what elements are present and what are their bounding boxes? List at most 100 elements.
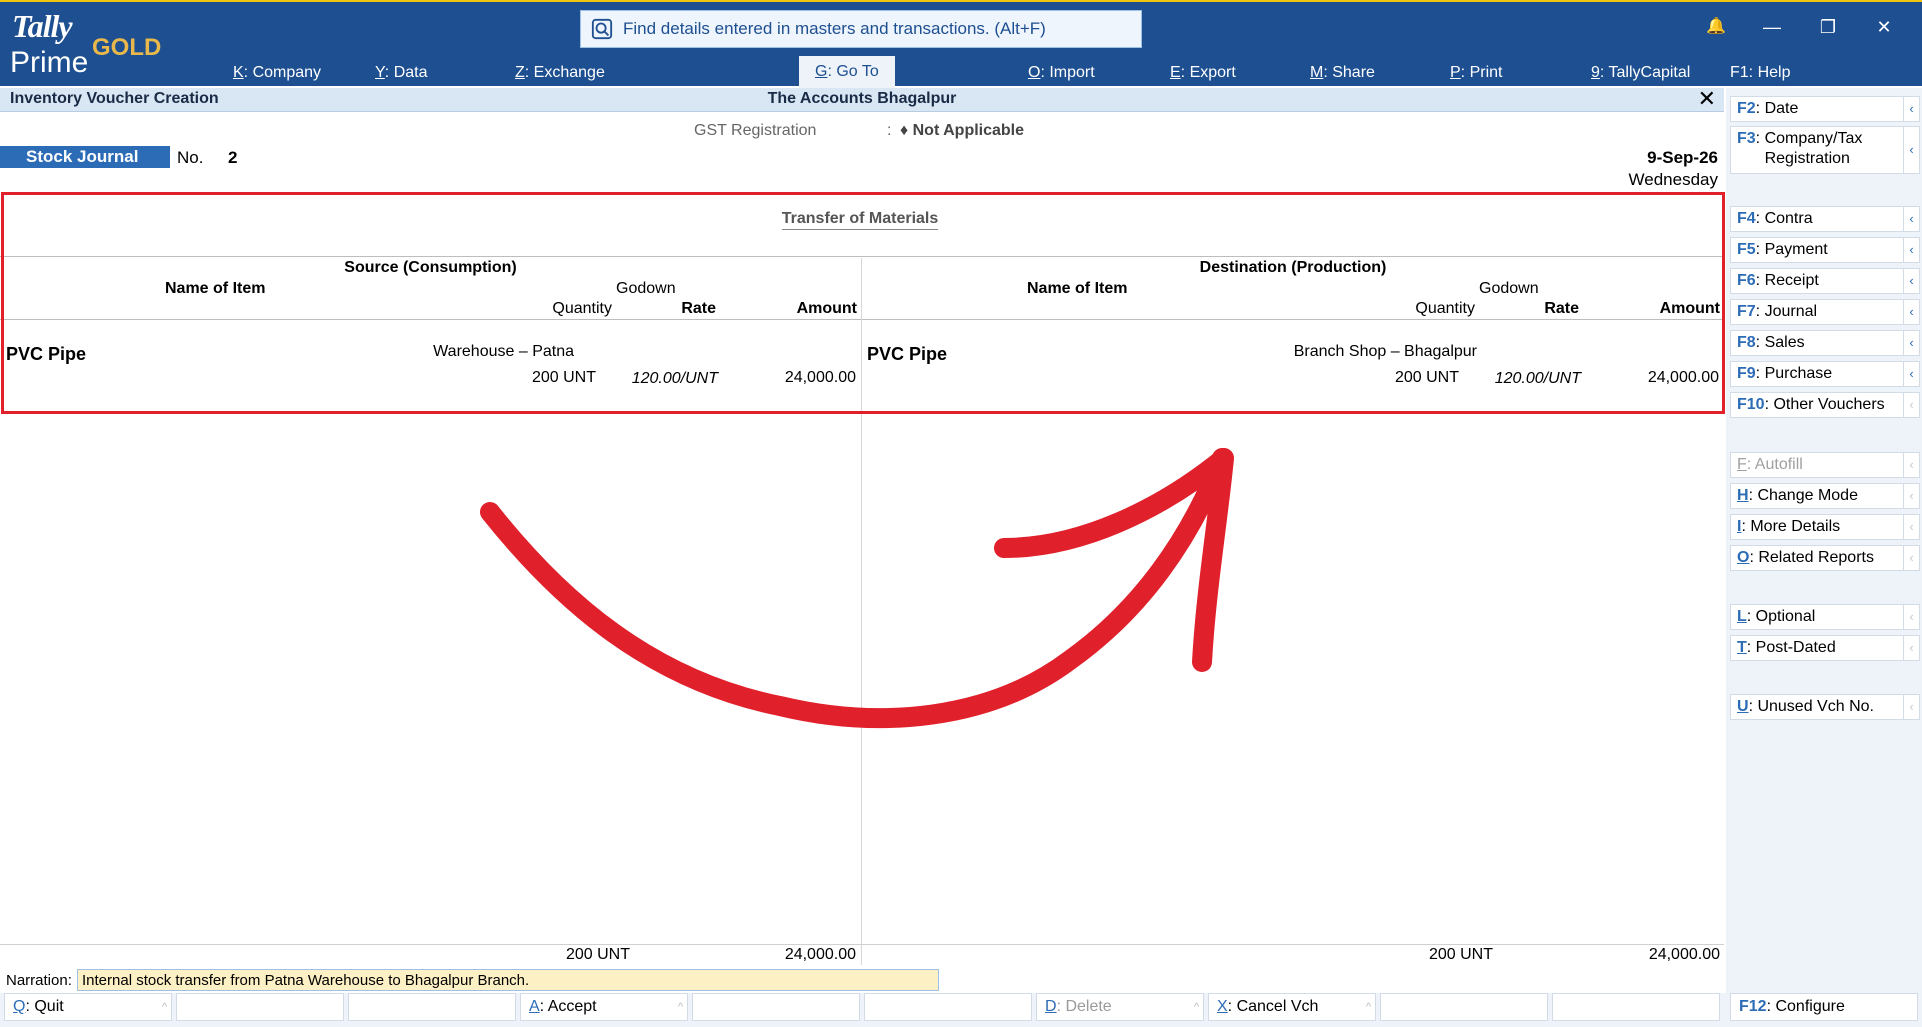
chevron-left-icon: ‹ <box>1903 362 1919 386</box>
related-reports-button[interactable]: O: Related Reports ‹ <box>1730 545 1920 571</box>
voucher-type[interactable]: Stock Journal <box>0 146 170 168</box>
post-dated-key: T <box>1737 639 1747 656</box>
autofill-button[interactable]: F: Autofill ‹ <box>1730 452 1920 478</box>
menu-label: Go To <box>836 63 879 80</box>
chevron-left-icon: ‹ <box>1903 207 1919 231</box>
cancel-label: Cancel Vch <box>1236 998 1319 1015</box>
logo-tally: Tally <box>12 8 73 44</box>
totals-divider <box>0 944 1724 945</box>
quit-button[interactable]: Q: Quit ^ <box>4 993 172 1021</box>
menu-label: Exchange <box>533 64 605 81</box>
caret-icon: ^ <box>1193 1001 1199 1013</box>
voucher-day: Wednesday <box>1628 170 1718 189</box>
menu-share[interactable]: M: Share <box>1310 60 1375 86</box>
menu-data[interactable]: Y: Data <box>375 60 427 86</box>
unused-vch-label: Unused Vch No. <box>1757 698 1874 715</box>
search-bar[interactable]: Find details entered in masters and tran… <box>580 10 1142 48</box>
contra-button[interactable]: F4: Contra ‹ <box>1730 206 1920 232</box>
restore-icon[interactable]: ❐ <box>1800 14 1856 40</box>
purchase-key: F9 <box>1737 365 1756 382</box>
chevron-left-icon: ‹ <box>1903 515 1919 539</box>
voucher-number[interactable]: 2 <box>228 148 237 168</box>
payment-button[interactable]: F5: Payment ‹ <box>1730 237 1920 263</box>
accept-button[interactable]: A: Accept ^ <box>520 993 688 1021</box>
sales-button[interactable]: F8: Sales ‹ <box>1730 330 1920 356</box>
other-vouchers-key: F10 <box>1737 396 1765 413</box>
more-details-key: I <box>1737 518 1742 535</box>
sales-label: Sales <box>1764 334 1805 351</box>
tally-prime-window: Tally Prime GOLD Find details entered in… <box>0 0 1922 1027</box>
cancel-vch-button[interactable]: X: Cancel Vch ^ <box>1208 993 1376 1021</box>
caret-icon: ^ <box>161 1001 167 1013</box>
more-details-button[interactable]: I: More Details ‹ <box>1730 514 1920 540</box>
optional-button[interactable]: L: Optional ‹ <box>1730 604 1920 630</box>
voucher-date[interactable]: 9-Sep-26 <box>1647 148 1718 168</box>
related-reports-key: O <box>1737 549 1750 566</box>
minimize-icon[interactable]: — <box>1744 14 1800 40</box>
delete-label: Delete <box>1065 998 1112 1015</box>
empty-button <box>1380 993 1548 1021</box>
chevron-left-icon: ‹ <box>1903 605 1919 629</box>
other-vouchers-button[interactable]: F10: Other Vouchers ‹ <box>1730 392 1920 418</box>
unused-vch-button[interactable]: U: Unused Vch No. ‹ <box>1730 694 1920 720</box>
company-tax-button[interactable]: F3: Company/Tax Registration ‹ <box>1730 126 1920 174</box>
caret-icon: ^ <box>1365 1001 1371 1013</box>
optional-key: L <box>1737 608 1747 625</box>
empty-button <box>348 993 516 1021</box>
menu-key: 9 <box>1591 64 1600 81</box>
destination-total-quantity: 200 UNT <box>1428 946 1493 963</box>
menu-label: Import <box>1049 64 1095 81</box>
narration-field[interactable]: Internal stock transfer from Patna Wareh… <box>77 969 939 991</box>
menu-key: K <box>233 64 244 81</box>
bell-icon[interactable]: 🔔 <box>1688 14 1744 40</box>
cancel-key: X <box>1217 998 1228 1015</box>
menu-label: Print <box>1469 64 1503 81</box>
company-tax-key: F3 <box>1737 130 1756 147</box>
contra-label: Contra <box>1764 210 1813 227</box>
menu-exchange[interactable]: Z: Exchange <box>515 60 605 86</box>
chevron-left-icon: ‹ <box>1903 453 1919 477</box>
chevron-left-icon: ‹ <box>1903 331 1919 355</box>
menu-label: Company <box>252 64 322 81</box>
post-dated-button[interactable]: T: Post-Dated ‹ <box>1730 635 1920 661</box>
gst-value[interactable]: ♦ Not Applicable <box>900 122 1024 140</box>
empty-button <box>692 993 860 1021</box>
source-total-amount: 24,000.00 <box>784 946 856 963</box>
chevron-left-icon: ‹ <box>1903 636 1919 660</box>
delete-button[interactable]: D: Delete ^ <box>1036 993 1204 1021</box>
chevron-left-icon: ‹ <box>1903 546 1919 570</box>
menu-goto[interactable]: G: Go To <box>799 56 895 88</box>
chevron-left-icon: ‹ <box>1903 127 1919 173</box>
close-screen-icon[interactable]: ✕ <box>1698 87 1716 111</box>
empty-button <box>1552 993 1720 1021</box>
receipt-button[interactable]: F6: Receipt ‹ <box>1730 268 1920 294</box>
purchase-button[interactable]: F9: Purchase ‹ <box>1730 361 1920 387</box>
top-menu: K: Company Y: Data Z: Exchange G: Go To … <box>0 56 1922 88</box>
chevron-left-icon: ‹ <box>1903 695 1919 719</box>
gst-separator: : <box>887 122 892 139</box>
accept-key: A <box>529 998 540 1015</box>
menu-print[interactable]: P: Print <box>1450 60 1502 86</box>
change-mode-button[interactable]: H: Change Mode ‹ <box>1730 483 1920 509</box>
menu-company[interactable]: K: Company <box>233 60 321 86</box>
date-label: Date <box>1764 100 1799 117</box>
close-icon[interactable]: ✕ <box>1856 14 1912 40</box>
quit-key: Q <box>13 998 26 1015</box>
search-placeholder: Find details entered in masters and tran… <box>623 19 1046 38</box>
highlight-box <box>1 192 1725 414</box>
menu-label: Data <box>393 64 428 81</box>
accept-label: Accept <box>547 998 597 1015</box>
voucher-header: Stock Journal No. 2 9-Sep-26 Wednesday <box>0 146 1724 189</box>
menu-key: F1 <box>1730 64 1749 81</box>
menu-help[interactable]: F1: Help <box>1730 60 1790 86</box>
chevron-left-icon: ‹ <box>1903 269 1919 293</box>
date-button[interactable]: F2: Date ‹ <box>1730 96 1920 122</box>
chevron-left-icon: ‹ <box>1903 484 1919 508</box>
right-button-panel: F2: Date ‹ F3: Company/Tax Registration ‹ … <box>1726 88 1922 993</box>
autofill-key: F <box>1737 456 1747 473</box>
menu-tallycapital[interactable]: 9: TallyCapital <box>1591 60 1690 86</box>
journal-button[interactable]: F7: Journal ‹ <box>1730 299 1920 325</box>
menu-export[interactable]: E: Export <box>1170 60 1236 86</box>
menu-import[interactable]: O: Import <box>1028 60 1095 86</box>
configure-button[interactable]: F12: Configure <box>1730 993 1918 1021</box>
